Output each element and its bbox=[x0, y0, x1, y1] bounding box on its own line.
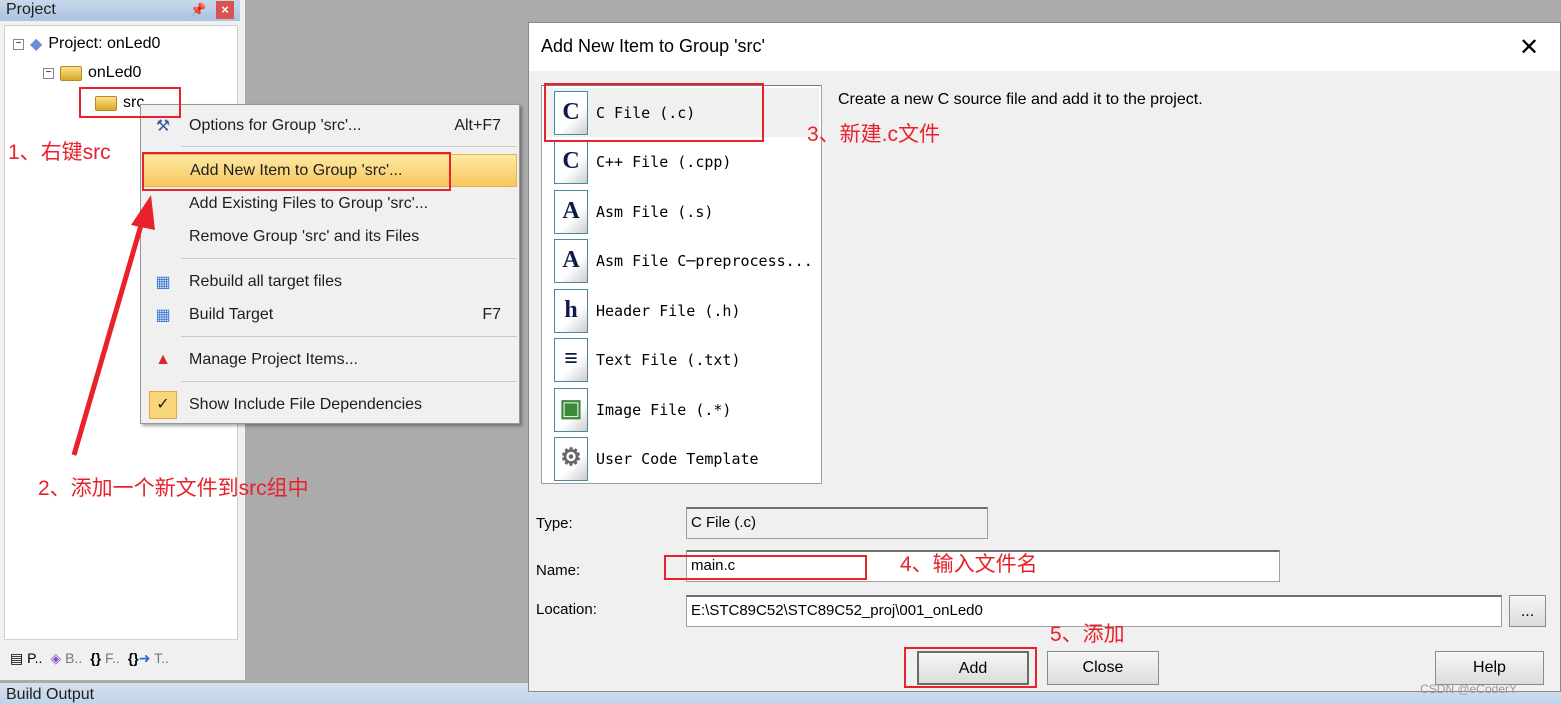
annotation-step-4: 4、输入文件名 bbox=[900, 553, 1038, 576]
annotation-step-2: 2、添加一个新文件到src组中 bbox=[38, 477, 309, 500]
annotation-arrow bbox=[71, 195, 155, 456]
annotation-step-5: 5、添加 bbox=[1050, 623, 1125, 646]
annotation-step-3: 3、新建.c文件 bbox=[807, 123, 941, 146]
annotation-step-1: 1、右键src bbox=[8, 141, 111, 164]
